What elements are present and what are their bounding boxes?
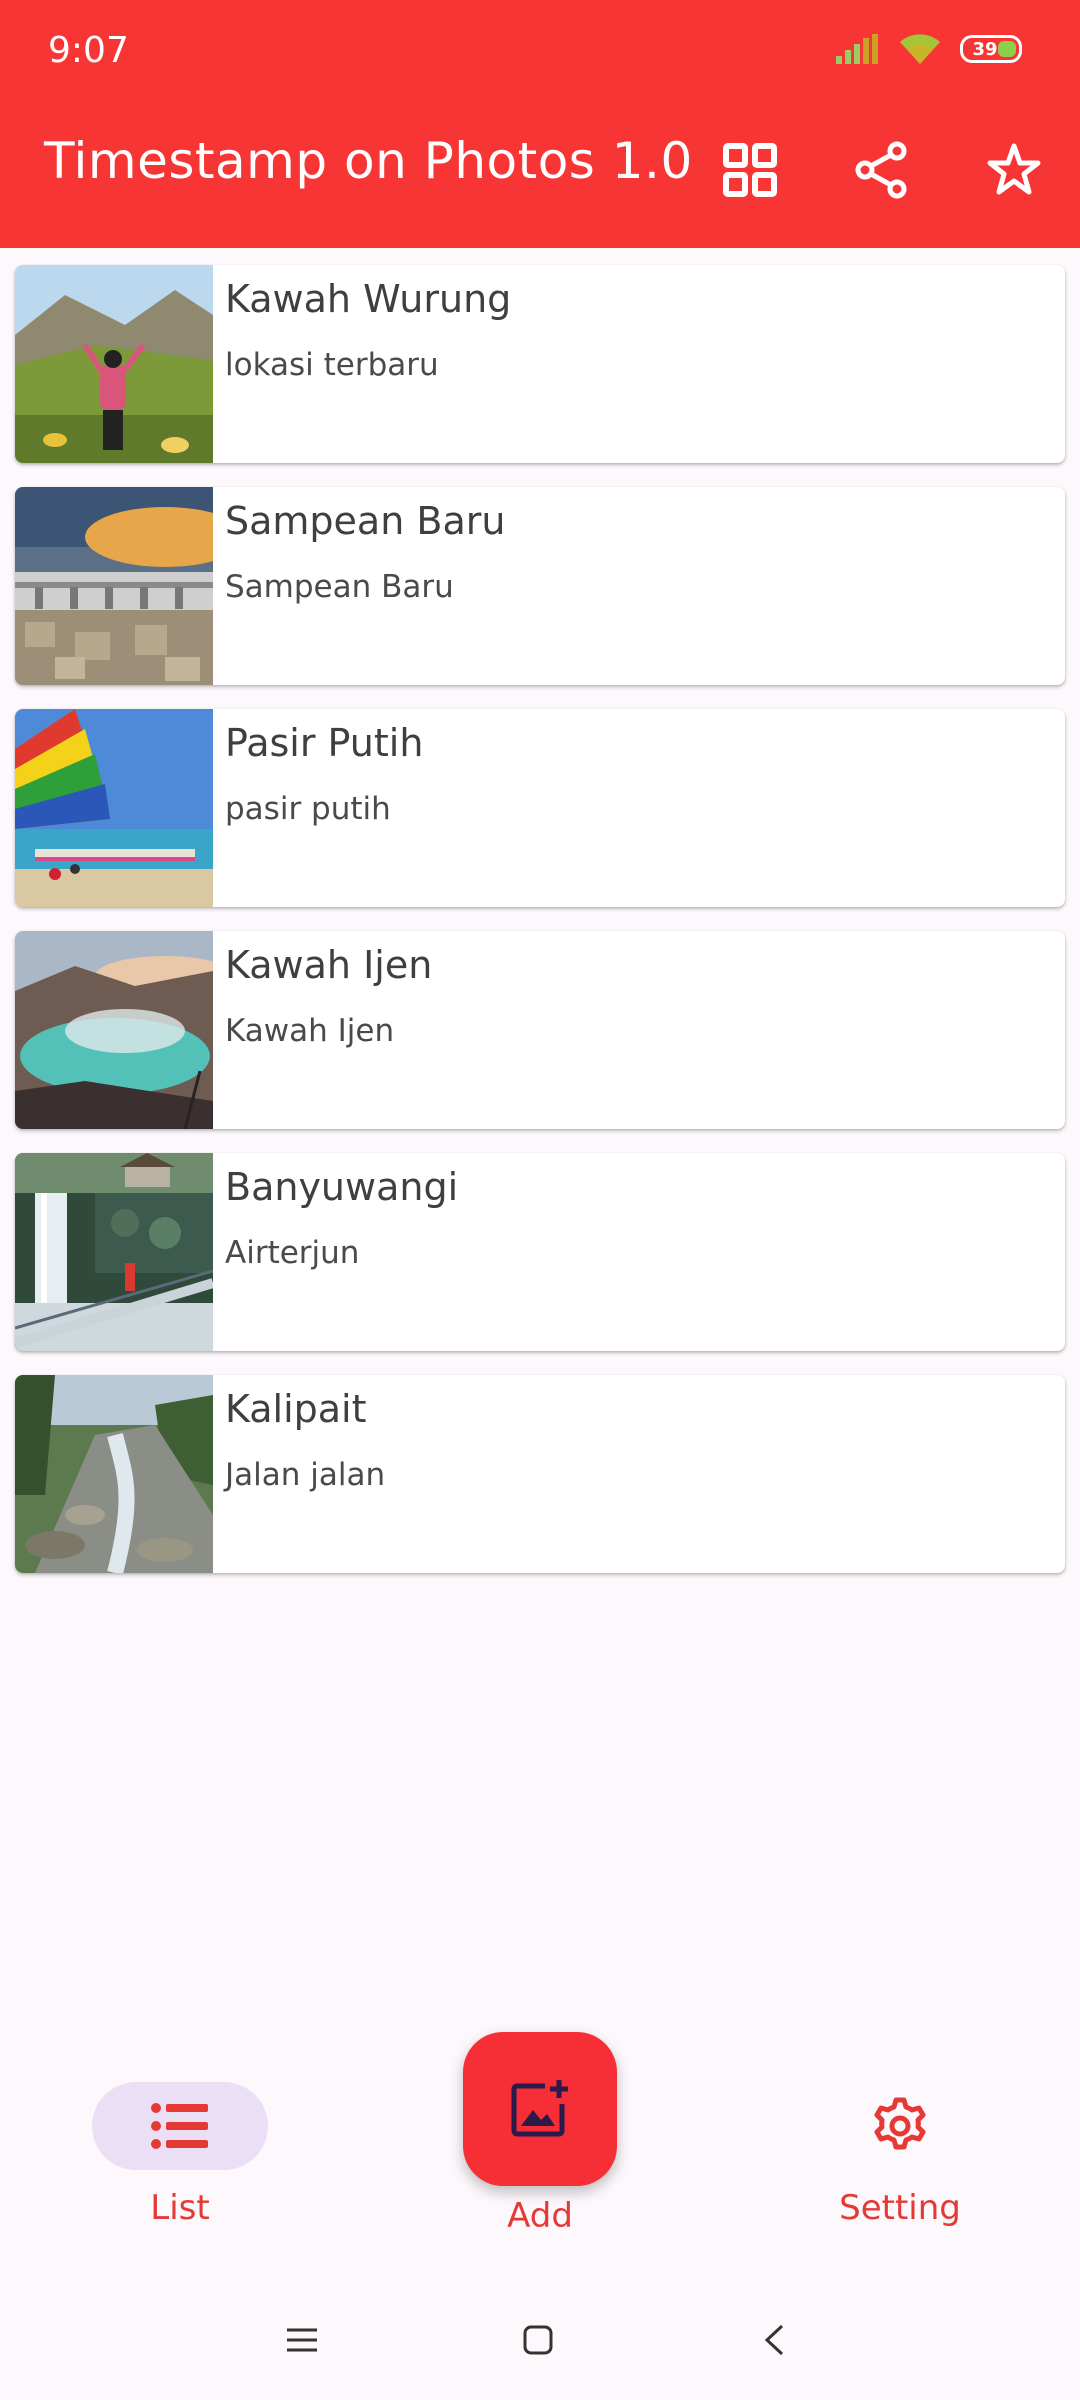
thumbnail-image xyxy=(15,1153,213,1351)
item-subtitle: Jalan jalan xyxy=(225,1457,386,1493)
status-time: 9:07 xyxy=(48,30,129,71)
item-title: Pasir Putih xyxy=(225,721,424,765)
share-icon xyxy=(855,141,907,199)
battery-level: 39 xyxy=(972,38,998,60)
item-title: Sampean Baru xyxy=(225,499,506,543)
item-subtitle: pasir putih xyxy=(225,791,391,827)
list-item[interactable]: Pasir Putih pasir putih xyxy=(15,709,1065,907)
menu-icon xyxy=(287,2328,317,2352)
back-button[interactable] xyxy=(744,2310,804,2370)
home-button[interactable] xyxy=(508,2310,568,2370)
thumbnail-image xyxy=(15,265,213,463)
home-square-icon xyxy=(523,2325,553,2355)
thumbnail-image xyxy=(15,931,213,1129)
item-title: Banyuwangi xyxy=(225,1165,459,1209)
thumbnail-image xyxy=(15,487,213,685)
grid-icon xyxy=(723,143,777,197)
gear-icon xyxy=(874,2097,926,2150)
system-navigation xyxy=(0,2280,1080,2400)
item-subtitle: Sampean Baru xyxy=(225,569,454,605)
item-subtitle: lokasi terbaru xyxy=(225,347,439,383)
list-item[interactable]: Banyuwangi Airterjun xyxy=(15,1153,1065,1351)
list-item[interactable]: Kalipait Jalan jalan xyxy=(15,1375,1065,1573)
menu-button[interactable] xyxy=(272,2310,332,2370)
status-icons: 39 xyxy=(836,32,1022,66)
list-icon xyxy=(151,2103,208,2149)
app-title: Timestamp on Photos 1.0 xyxy=(44,132,693,190)
list-item[interactable]: Kawah Wurung lokasi terbaru xyxy=(15,265,1065,463)
wifi-icon xyxy=(900,34,940,64)
list-item[interactable]: Kawah Ijen Kawah Ijen xyxy=(15,931,1065,1129)
thumbnail-image xyxy=(15,1375,213,1573)
item-title: Kalipait xyxy=(225,1387,367,1431)
grid-view-button[interactable] xyxy=(710,130,790,210)
star-icon xyxy=(987,143,1041,195)
nav-setting[interactable]: Setting xyxy=(750,2050,1050,2228)
rate-button[interactable] xyxy=(974,130,1054,210)
add-photo-icon xyxy=(511,2080,568,2137)
nav-list-label: List xyxy=(150,2188,210,2228)
item-subtitle: Kawah Ijen xyxy=(225,1013,395,1049)
back-icon xyxy=(764,2324,784,2356)
app-header: 9:07 39 Timestamp on Photos 1.0 xyxy=(0,0,1080,248)
nav-setting-icon-wrap xyxy=(812,2082,988,2170)
item-subtitle: Airterjun xyxy=(225,1235,360,1271)
list-item[interactable]: Sampean Baru Sampean Baru xyxy=(15,487,1065,685)
signal-icon xyxy=(836,34,878,64)
nav-list-indicator xyxy=(92,2082,268,2170)
photo-list: Kawah Wurung lokasi terbaru Sampean Baru… xyxy=(15,265,1065,1597)
nav-setting-label: Setting xyxy=(839,2188,961,2228)
add-photo-button[interactable] xyxy=(463,2032,617,2186)
share-button[interactable] xyxy=(842,130,922,210)
thumbnail-image xyxy=(15,709,213,907)
battery-icon: 39 xyxy=(960,35,1022,63)
item-title: Kawah Ijen xyxy=(225,943,433,987)
nav-list[interactable]: List xyxy=(30,2050,330,2228)
add-label: Add xyxy=(507,2196,573,2236)
item-title: Kawah Wurung xyxy=(225,277,512,321)
